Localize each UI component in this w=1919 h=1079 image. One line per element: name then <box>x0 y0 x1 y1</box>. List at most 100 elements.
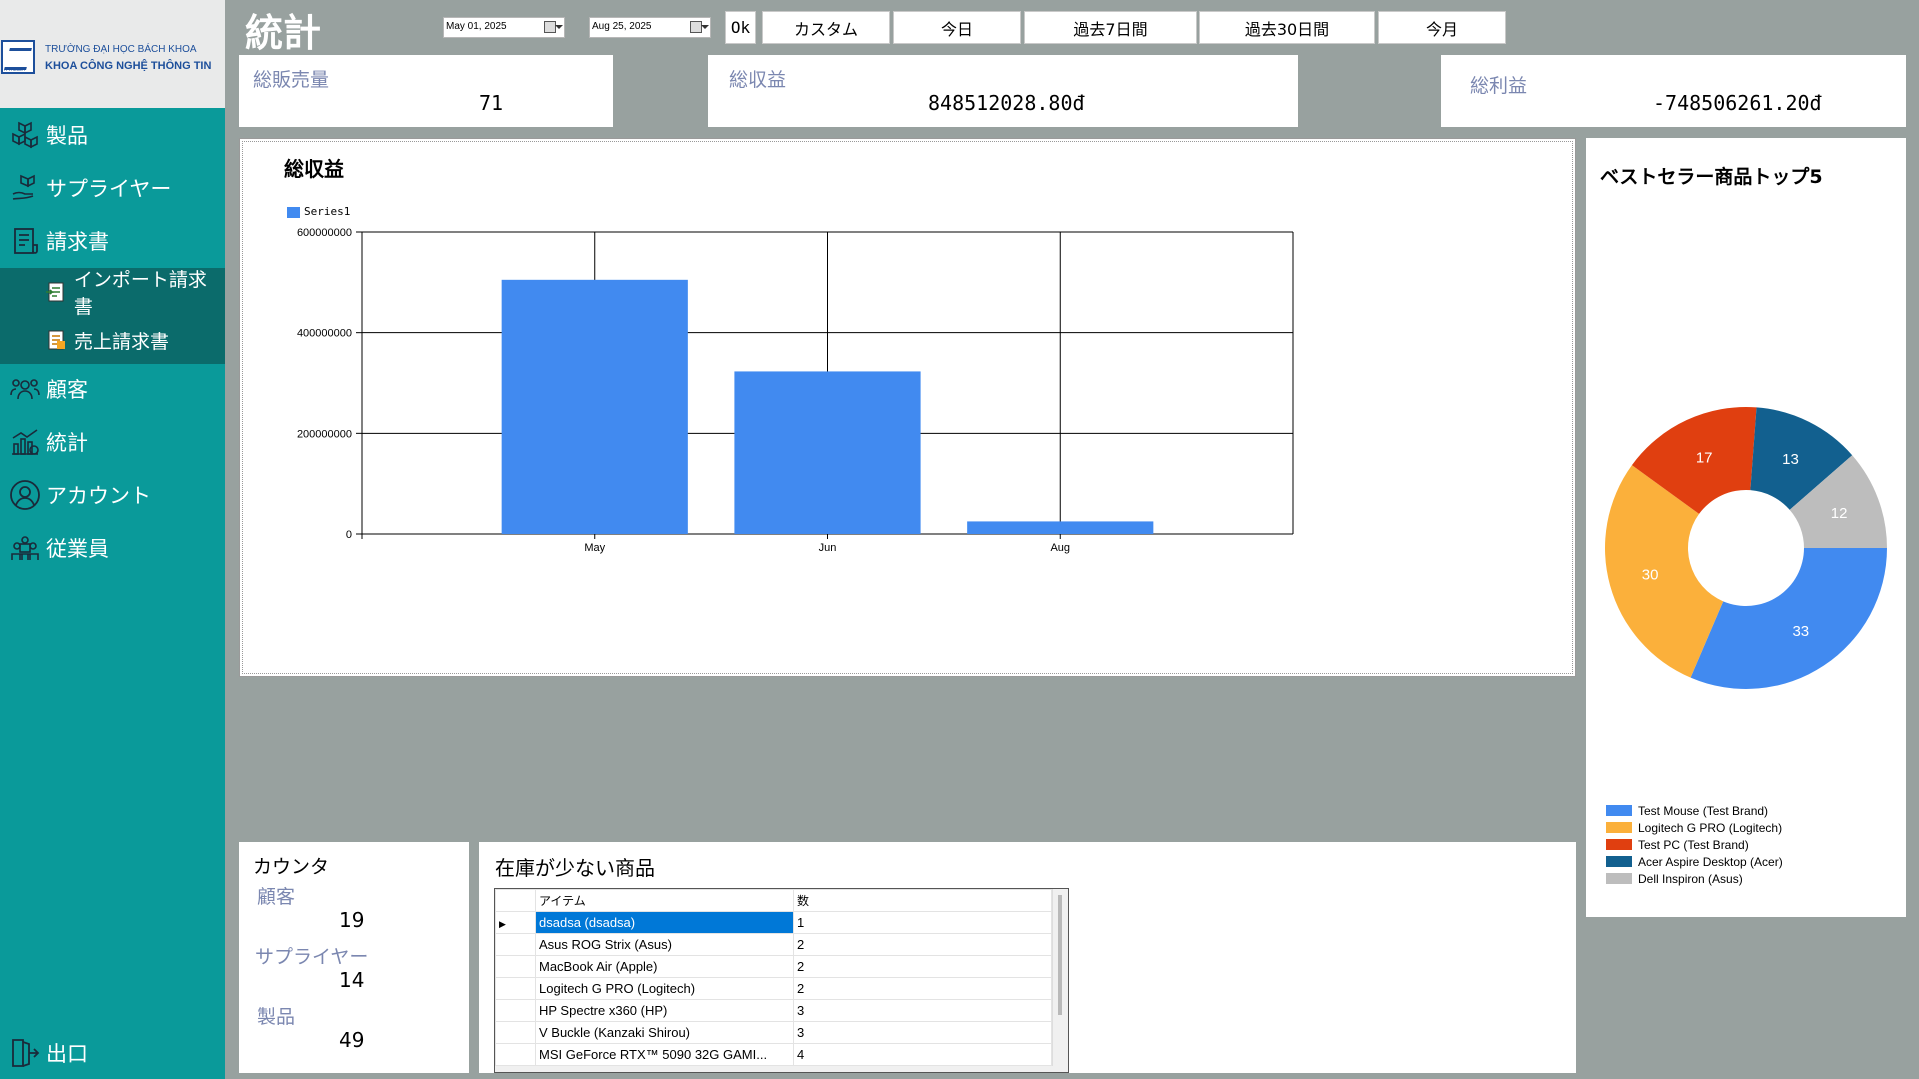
pie-legend-entry: Test PC (Test Brand) <box>1606 836 1783 853</box>
pie-slice-label: 30 <box>1642 566 1659 583</box>
ok-button[interactable]: Ok <box>725 11 756 44</box>
table-row[interactable]: MacBook Air (Apple) 2 <box>495 955 1052 978</box>
count-cell[interactable]: 3 <box>793 999 1052 1022</box>
legend-swatch <box>1606 856 1632 867</box>
total-profit-label: 総利益 <box>1470 75 1528 97</box>
row-header[interactable] <box>495 1021 536 1044</box>
sidebar-item-label: 統計 <box>46 431 88 455</box>
row-header[interactable] <box>495 1043 536 1066</box>
x-tick-label: May <box>584 542 605 554</box>
custom-range-button[interactable]: カスタム <box>762 11 890 44</box>
table-row[interactable]: HP Spectre x360 (HP) 3 <box>495 999 1052 1022</box>
logo-university-name: TRƯỜNG ĐẠI HỌC BÁCH KHOA <box>45 44 197 55</box>
count-cell[interactable]: 2 <box>793 977 1052 1000</box>
low-stock-grid[interactable]: アイテム 数 ▶ dsadsa (dsadsa) 1 Asus ROG Strix (… <box>494 888 1069 1073</box>
sidebar-item-employees[interactable]: 従業員 <box>0 525 225 571</box>
logo-area: TRƯỜNG ĐẠI HỌC BÁCH KHOA KHOA CÔNG NGHỆ … <box>0 0 225 108</box>
legend-swatch <box>1606 805 1632 816</box>
current-row-arrow-icon: ▶ <box>499 919 506 929</box>
logo-faculty-name: KHOA CÔNG NGHỆ THÔNG TIN <box>45 60 212 72</box>
pie-legend-entry: Logitech G PRO (Logitech) <box>1606 819 1783 836</box>
pie-slice <box>1690 548 1887 689</box>
row-header[interactable] <box>495 999 536 1022</box>
low-stock-panel: 在庫が少ない商品 アイテム 数 ▶ dsadsa (dsadsa) 1 Asus RO… <box>479 842 1576 1073</box>
row-header[interactable] <box>495 955 536 978</box>
table-row[interactable]: Asus ROG Strix (Asus) 2 <box>495 933 1052 956</box>
y-tick-label: 400000000 <box>297 328 352 340</box>
sidebar-item-statistics[interactable]: 統計 <box>0 419 225 465</box>
legend-label: Test Mouse (Test Brand) <box>1638 803 1769 818</box>
pie-legend: Test Mouse (Test Brand) Logitech G PRO (L… <box>1606 802 1783 887</box>
employees-icon <box>8 531 42 565</box>
this-month-button[interactable]: 今月 <box>1378 11 1506 44</box>
chevron-down-icon[interactable] <box>701 25 709 29</box>
last-7-days-button[interactable]: 過去7日間 <box>1024 11 1197 44</box>
row-header[interactable] <box>495 977 536 1000</box>
sidebar-item-invoices[interactable]: 請求書 <box>0 218 225 264</box>
count-cell[interactable]: 3 <box>793 1021 1052 1044</box>
pie-legend-entry: Acer Aspire Desktop (Acer) <box>1606 853 1783 870</box>
total-sales-card: 総販売量 71 <box>239 55 613 127</box>
chevron-down-icon[interactable] <box>555 25 563 29</box>
count-cell[interactable]: 2 <box>793 933 1052 956</box>
customer-icon <box>8 372 42 406</box>
item-cell[interactable]: dsadsa (dsadsa) <box>535 911 794 934</box>
table-row[interactable]: MSI GeForce RTX™ 5090 32G GAMI... 4 <box>495 1043 1052 1066</box>
table-row[interactable]: Logitech G PRO (Logitech) 2 <box>495 977 1052 1000</box>
item-cell[interactable]: MSI GeForce RTX™ 5090 32G GAMI... <box>535 1043 794 1066</box>
customers-count-value: 19 <box>339 908 365 932</box>
vertical-scrollbar[interactable] <box>1052 889 1068 1072</box>
row-header[interactable] <box>495 933 536 956</box>
last-30-days-button[interactable]: 過去30日間 <box>1199 11 1375 44</box>
total-profit-value: -748506261.20đ <box>1653 91 1822 115</box>
sidebar-item-label: 顧客 <box>46 378 88 402</box>
date-to-value: Aug 25, 2025 <box>592 21 652 32</box>
suppliers-count-label: サプライヤー <box>255 946 369 968</box>
sidebar-item-label: 従業員 <box>46 537 109 561</box>
sidebar-item-account[interactable]: アカウント <box>0 472 225 518</box>
sidebar-subitem-label: 売上請求書 <box>74 330 170 353</box>
supplier-hand-icon <box>8 171 42 205</box>
row-header[interactable]: ▶ <box>495 911 536 934</box>
column-header-item[interactable]: アイテム <box>535 889 794 912</box>
table-row[interactable]: ▶ dsadsa (dsadsa) 1 <box>495 911 1052 934</box>
invoice-icon <box>8 224 42 258</box>
sidebar: TRƯỜNG ĐẠI HỌC BÁCH KHOA KHOA CÔNG NGHỆ … <box>0 0 225 1079</box>
pie-legend-entry: Test Mouse (Test Brand) <box>1606 802 1783 819</box>
exit-label: 出口 <box>46 1042 88 1066</box>
count-cell[interactable]: 4 <box>793 1043 1052 1066</box>
legend-label: Acer Aspire Desktop (Acer) <box>1638 854 1783 869</box>
item-cell[interactable]: V Buckle (Kanzaki Shirou) <box>535 1021 794 1044</box>
suppliers-count-value: 14 <box>339 968 365 992</box>
sidebar-item-products[interactable]: 製品 <box>0 112 225 158</box>
item-cell[interactable]: HP Spectre x360 (HP) <box>535 999 794 1022</box>
item-cell[interactable]: MacBook Air (Apple) <box>535 955 794 978</box>
low-stock-title: 在庫が少ない商品 <box>495 856 655 880</box>
y-tick-label: 600000000 <box>297 227 352 239</box>
sidebar-item-label: アカウント <box>46 484 151 508</box>
legend-label: Test PC (Test Brand) <box>1638 837 1749 852</box>
count-cell[interactable]: 1 <box>793 911 1052 934</box>
date-from-picker[interactable]: May 01, 2025 <box>443 17 565 38</box>
pie-slice-label: 33 <box>1792 623 1809 640</box>
total-sales-value: 71 <box>479 91 504 115</box>
pie-slice-label: 17 <box>1696 450 1713 467</box>
revenue-chart-panel: 総収益 Series1 0 200000000 400000000 600000000… <box>239 138 1576 677</box>
sidebar-subitem-sales-invoices[interactable]: 売上請求書 <box>0 316 225 364</box>
item-cell[interactable]: Logitech G PRO (Logitech) <box>535 977 794 1000</box>
counter-title: カウンタ <box>253 856 330 878</box>
sidebar-subitem-import-invoices[interactable]: インポート請求書 <box>0 268 225 318</box>
legend-swatch <box>1606 839 1632 850</box>
date-to-picker[interactable]: Aug 25, 2025 <box>589 17 711 38</box>
horizontal-scrollbar[interactable] <box>495 1066 1068 1072</box>
count-cell[interactable]: 2 <box>793 955 1052 978</box>
exit-button[interactable]: 出口 <box>0 1030 225 1076</box>
column-header-count[interactable]: 数 <box>793 889 1052 912</box>
table-row[interactable]: V Buckle (Kanzaki Shirou) 3 <box>495 1021 1052 1044</box>
sidebar-item-customers[interactable]: 顧客 <box>0 366 225 412</box>
today-button[interactable]: 今日 <box>893 11 1021 44</box>
x-tick-label: Aug <box>1050 542 1070 554</box>
pie-slice-label: 13 <box>1782 451 1799 468</box>
sidebar-item-suppliers[interactable]: サプライヤー <box>0 165 225 211</box>
item-cell[interactable]: Asus ROG Strix (Asus) <box>535 933 794 956</box>
